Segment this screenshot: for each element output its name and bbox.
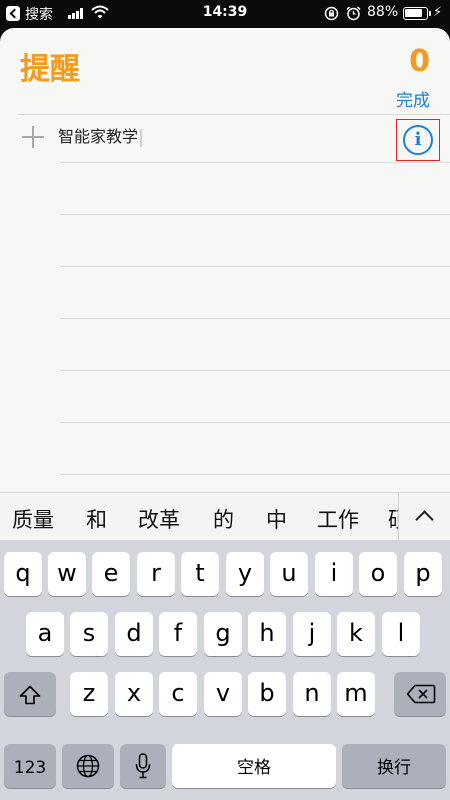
key-e[interactable]: e (92, 552, 130, 596)
key-t[interactable]: t (181, 552, 219, 596)
ruled-line (60, 422, 450, 423)
info-icon[interactable]: i (403, 125, 433, 155)
ruled-line (60, 370, 450, 371)
plus-icon[interactable] (22, 126, 44, 148)
key-i[interactable]: i (315, 552, 353, 596)
key-d[interactable]: d (115, 612, 153, 656)
ruled-line (60, 162, 450, 163)
key-u[interactable]: u (270, 552, 308, 596)
candidate-word[interactable]: 质量 (12, 504, 54, 534)
shift-key[interactable] (4, 672, 56, 716)
key-q[interactable]: q (4, 552, 42, 596)
charging-bolt-icon: ⚡ (433, 5, 443, 20)
orientation-lock-icon (324, 6, 339, 21)
numbers-key-label: 123 (13, 758, 47, 778)
candidate-word[interactable]: 改革 (138, 504, 180, 534)
key-v[interactable]: v (204, 672, 242, 716)
chevron-up-icon[interactable] (398, 493, 450, 541)
key-s[interactable]: s (70, 612, 108, 656)
key-r[interactable]: r (137, 552, 175, 596)
key-z[interactable]: z (70, 672, 108, 716)
globe-key[interactable] (62, 744, 114, 788)
space-key[interactable]: 空格 (172, 744, 336, 788)
delete-icon (406, 684, 436, 704)
reminder-text-input[interactable]: 智能家教学 (58, 124, 378, 150)
delete-key[interactable] (394, 672, 446, 716)
key-g[interactable]: g (204, 612, 242, 656)
ruled-line (60, 266, 450, 267)
numbers-key[interactable]: 123 (4, 744, 56, 788)
globe-icon (76, 754, 100, 778)
key-a[interactable]: a (26, 612, 64, 656)
done-button[interactable]: 完成 (396, 86, 430, 111)
candidate-word[interactable]: 中 (266, 504, 287, 534)
keyboard: q w e r t y u i o p a s d f g h j k l z … (0, 540, 450, 800)
key-x[interactable]: x (115, 672, 153, 716)
list-title: 提醒 (20, 52, 80, 87)
reminder-input-text: 智能家教学 (58, 127, 139, 146)
alarm-icon (346, 6, 361, 21)
status-bar: 搜索 14:39 88% ⚡ (0, 0, 450, 28)
key-j[interactable]: j (293, 612, 331, 656)
key-w[interactable]: w (48, 552, 86, 596)
completed-count: 0 (409, 44, 430, 79)
key-o[interactable]: o (359, 552, 397, 596)
divider (18, 114, 450, 115)
return-key[interactable]: 换行 (342, 744, 446, 788)
candidate-word[interactable]: 工作 (317, 504, 359, 534)
candidate-bar: 质量 和 改革 的 中 工作 硕 (0, 492, 450, 541)
key-m[interactable]: m (337, 672, 375, 716)
ruled-line (60, 318, 450, 319)
microphone-key[interactable] (120, 744, 166, 788)
candidate-word[interactable]: 的 (213, 504, 234, 534)
candidate-word[interactable]: 和 (86, 504, 107, 534)
info-button-highlight: i (396, 119, 440, 161)
key-h[interactable]: h (248, 612, 286, 656)
ruled-line (60, 214, 450, 215)
microphone-icon (135, 753, 151, 779)
key-b[interactable]: b (248, 672, 286, 716)
ruled-line (60, 474, 450, 475)
key-p[interactable]: p (404, 552, 442, 596)
key-k[interactable]: k (337, 612, 375, 656)
key-f[interactable]: f (159, 612, 197, 656)
space-key-label: 空格 (237, 758, 271, 778)
reminders-list-sheet: 提醒 0 完成 智能家教学 i (0, 28, 450, 492)
key-c[interactable]: c (159, 672, 197, 716)
battery-icon (403, 7, 431, 20)
key-l[interactable]: l (382, 612, 420, 656)
battery-percentage: 88% (367, 4, 399, 20)
return-key-label: 换行 (377, 758, 411, 778)
shift-icon (19, 685, 41, 705)
key-n[interactable]: n (293, 672, 331, 716)
text-cursor (140, 128, 143, 147)
key-y[interactable]: y (226, 552, 264, 596)
